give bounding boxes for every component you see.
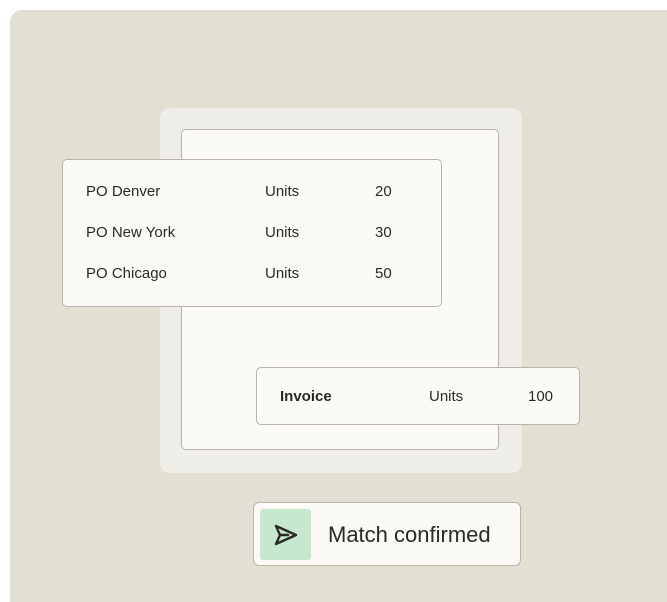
match-confirmed-text: Match confirmed bbox=[328, 522, 491, 547]
po-quantity: 50 bbox=[375, 265, 392, 282]
po-unit-label: Units bbox=[265, 265, 300, 282]
po-name: PO New York bbox=[86, 224, 176, 241]
list-item: PO Denver Units 20 bbox=[63, 180, 441, 204]
list-item: PO Chicago Units 50 bbox=[63, 262, 441, 286]
invoice-quantity: 100 bbox=[528, 388, 554, 405]
invoice-label: Invoice bbox=[280, 388, 332, 405]
po-name: PO Denver bbox=[86, 183, 161, 200]
po-unit-label: Units bbox=[265, 183, 300, 200]
send-icon bbox=[274, 524, 297, 545]
po-quantity: 20 bbox=[375, 183, 392, 200]
po-quantity: 30 bbox=[375, 224, 392, 241]
po-unit-label: Units bbox=[265, 224, 300, 241]
match-confirmed-badge: Match confirmed bbox=[253, 502, 521, 566]
send-icon-container bbox=[260, 509, 311, 560]
list-item: PO New York Units 30 bbox=[63, 221, 441, 245]
invoice-card: Invoice Units 100 bbox=[256, 367, 580, 425]
invoice-unit-label: Units bbox=[429, 388, 464, 405]
po-name: PO Chicago bbox=[86, 265, 167, 282]
purchase-order-list: PO Denver Units 20 PO New York Units 30 … bbox=[62, 159, 442, 307]
